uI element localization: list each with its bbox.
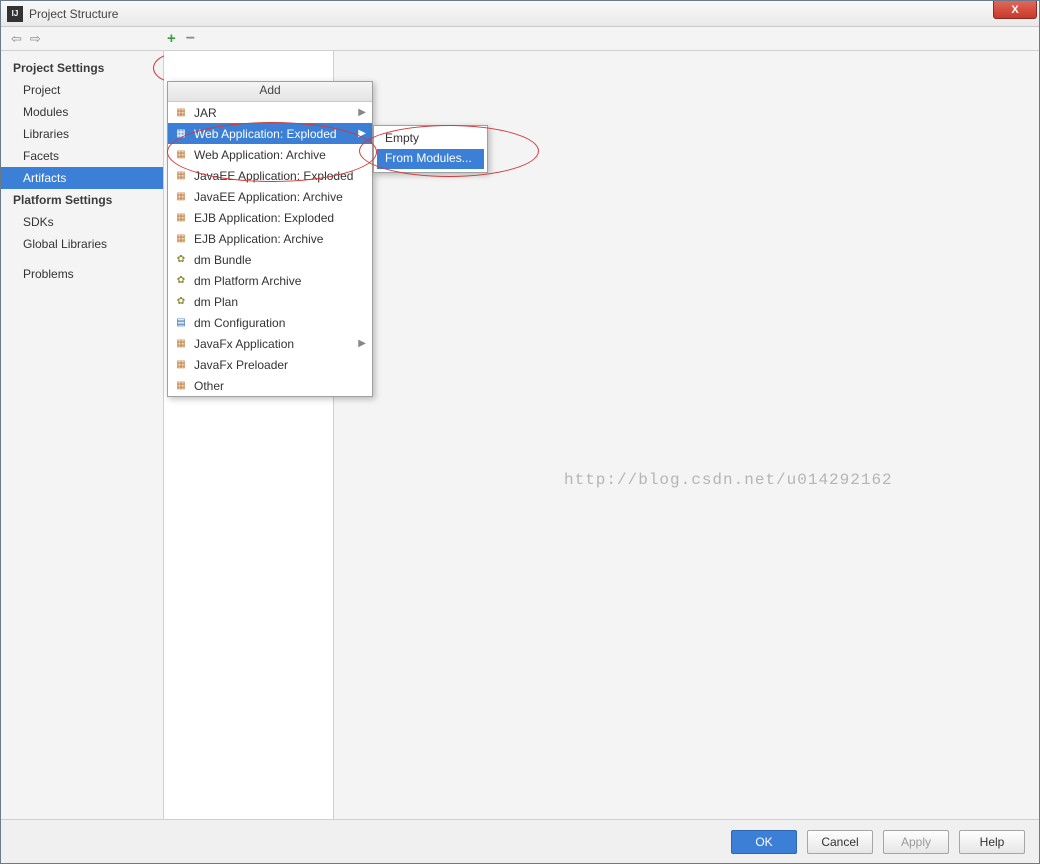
titlebar: IJ Project Structure X	[1, 1, 1039, 27]
menu-item-label: JavaEE Application: Exploded	[194, 169, 353, 183]
mid-toolbar: + −	[161, 30, 195, 48]
window-title: Project Structure	[29, 7, 118, 21]
menu-item-label: dm Platform Archive	[194, 274, 301, 288]
project-structure-window: IJ Project Structure X ⇦ ⇨ + − Project S…	[0, 0, 1040, 864]
menu-item-ejb-archive[interactable]: ▦ EJB Application: Archive	[168, 228, 372, 249]
menu-item-label: EJB Application: Archive	[194, 232, 323, 246]
sidebar-item-problems[interactable]: Problems	[1, 263, 163, 285]
add-artifact-menu: Add ▦ JAR ▶ ▦ Web Application: Exploded …	[167, 81, 373, 397]
web-exploded-submenu: Empty From Modules...	[373, 125, 488, 173]
watermark-text: http://blog.csdn.net/u014292162	[564, 471, 893, 489]
artifact-icon: ▦	[174, 127, 188, 141]
artifact-icon: ▦	[174, 358, 188, 372]
apply-button[interactable]: Apply	[883, 830, 949, 854]
sidebar-item-libraries[interactable]: Libraries	[1, 123, 163, 145]
menu-item-other[interactable]: ▦ Other	[168, 375, 372, 396]
menu-item-dm-config[interactable]: ▤ dm Configuration	[168, 312, 372, 333]
menu-item-label: Web Application: Exploded	[194, 127, 337, 141]
menu-item-label: dm Configuration	[194, 316, 285, 330]
nav-forward-icon[interactable]: ⇨	[30, 31, 41, 47]
submenu-item-from-modules[interactable]: From Modules...	[377, 149, 484, 169]
nav-back-icon[interactable]: ⇦	[11, 31, 22, 47]
toolbar: ⇦ ⇨ + −	[1, 27, 1039, 51]
menu-item-label: JavaFx Preloader	[194, 358, 288, 372]
sidebar-section-platform-settings: Platform Settings	[1, 189, 163, 211]
menu-item-web-archive[interactable]: ▦ Web Application: Archive	[168, 144, 372, 165]
artifact-icon: ▦	[174, 106, 188, 120]
artifact-icon: ▦	[174, 232, 188, 246]
cancel-button[interactable]: Cancel	[807, 830, 873, 854]
menu-item-javaee-exploded[interactable]: ▦ JavaEE Application: Exploded	[168, 165, 372, 186]
menu-item-dm-bundle[interactable]: ✿ dm Bundle	[168, 249, 372, 270]
sidebar-item-global-libraries[interactable]: Global Libraries	[1, 233, 163, 255]
menu-item-web-exploded[interactable]: ▦ Web Application: Exploded ▶	[168, 123, 372, 144]
artifact-icon: ▦	[174, 379, 188, 393]
menu-item-label: dm Bundle	[194, 253, 251, 267]
nav-arrows: ⇦ ⇨	[1, 31, 161, 47]
cog-icon: ✿	[174, 253, 188, 267]
add-menu-header: Add	[168, 82, 372, 102]
submenu-arrow-icon: ▶	[358, 128, 366, 139]
submenu-arrow-icon: ▶	[358, 107, 366, 118]
cog-icon: ✿	[174, 295, 188, 309]
sidebar-item-sdks[interactable]: SDKs	[1, 211, 163, 233]
sidebar-item-artifacts[interactable]: Artifacts	[1, 167, 163, 189]
sidebar: Project Settings Project Modules Librari…	[1, 51, 164, 819]
submenu-arrow-icon: ▶	[358, 338, 366, 349]
help-button[interactable]: Help	[959, 830, 1025, 854]
menu-item-label: Other	[194, 379, 224, 393]
dialog-footer: OK Cancel Apply Help	[1, 819, 1039, 863]
body-row: Project Settings Project Modules Librari…	[1, 51, 1039, 819]
sidebar-item-project[interactable]: Project	[1, 79, 163, 101]
content: ⇦ ⇨ + − Project Settings Project Modules…	[1, 27, 1039, 819]
menu-item-javafx-app[interactable]: ▦ JavaFx Application ▶	[168, 333, 372, 354]
menu-item-label: dm Plan	[194, 295, 238, 309]
menu-item-label: EJB Application: Exploded	[194, 211, 334, 225]
menu-item-javaee-archive[interactable]: ▦ JavaEE Application: Archive	[168, 186, 372, 207]
menu-item-dm-plan[interactable]: ✿ dm Plan	[168, 291, 372, 312]
menu-item-label: JavaEE Application: Archive	[194, 190, 343, 204]
menu-item-label: JavaFx Application	[194, 337, 294, 351]
document-icon: ▤	[174, 316, 188, 330]
menu-item-label: JAR	[194, 106, 217, 120]
menu-item-javafx-preloader[interactable]: ▦ JavaFx Preloader	[168, 354, 372, 375]
ok-button[interactable]: OK	[731, 830, 797, 854]
add-artifact-button[interactable]: +	[167, 30, 176, 47]
remove-artifact-button[interactable]: −	[186, 30, 195, 48]
artifact-icon: ▦	[174, 211, 188, 225]
menu-item-ejb-exploded[interactable]: ▦ EJB Application: Exploded	[168, 207, 372, 228]
artifact-icon: ▦	[174, 337, 188, 351]
sidebar-item-facets[interactable]: Facets	[1, 145, 163, 167]
artifact-icon: ▦	[174, 169, 188, 183]
artifact-icon: ▦	[174, 190, 188, 204]
sidebar-section-project-settings: Project Settings	[1, 57, 163, 79]
menu-item-jar[interactable]: ▦ JAR ▶	[168, 102, 372, 123]
close-button[interactable]: X	[993, 1, 1037, 19]
app-icon: IJ	[7, 6, 23, 22]
menu-item-dm-platform[interactable]: ✿ dm Platform Archive	[168, 270, 372, 291]
artifact-icon: ▦	[174, 148, 188, 162]
cog-icon: ✿	[174, 274, 188, 288]
submenu-item-empty[interactable]: Empty	[377, 129, 484, 149]
menu-item-label: Web Application: Archive	[194, 148, 326, 162]
sidebar-item-modules[interactable]: Modules	[1, 101, 163, 123]
